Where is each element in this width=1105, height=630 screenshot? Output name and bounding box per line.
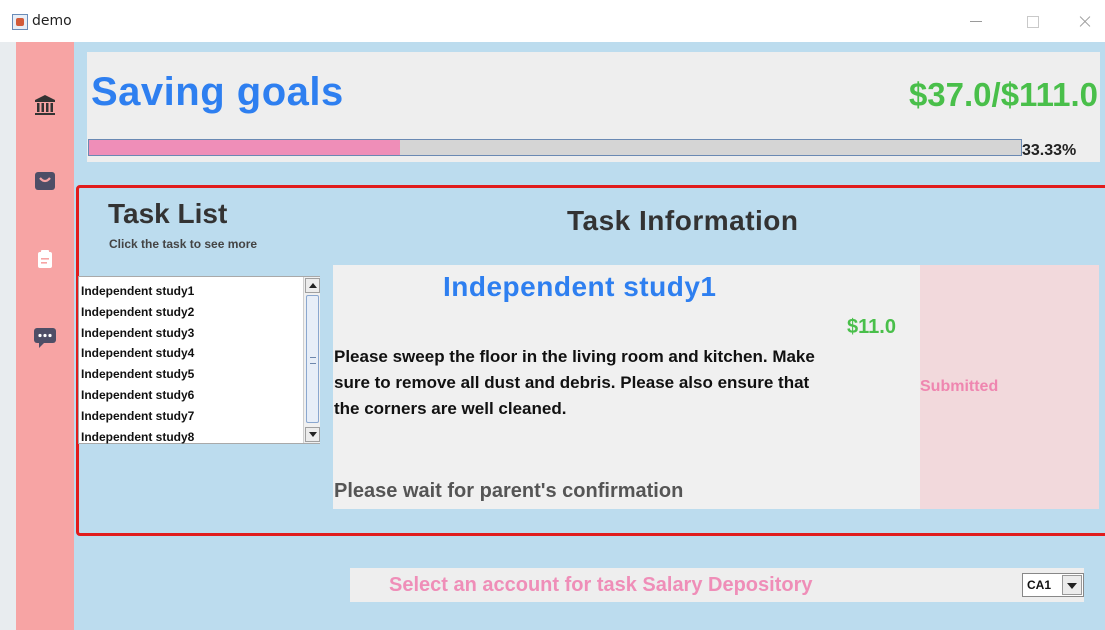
savings-progress-fill bbox=[89, 140, 400, 155]
savings-progress-bar bbox=[88, 139, 1022, 156]
task-reward: $11.0 bbox=[847, 316, 896, 338]
deposit-label: Select an account for task Salary Deposi… bbox=[389, 574, 813, 596]
task-wait-message: Please wait for parent's confirmation bbox=[334, 480, 684, 502]
task-info-title: Task Information bbox=[567, 205, 799, 236]
scroll-down-icon[interactable] bbox=[305, 427, 320, 442]
window-title: demo bbox=[32, 13, 72, 29]
task-list-item[interactable]: Independent study3 bbox=[79, 323, 303, 344]
minimize-icon[interactable] bbox=[962, 10, 992, 32]
task-list-item[interactable]: Independent study7 bbox=[79, 406, 303, 427]
task-list-item[interactable]: Independent study2 bbox=[79, 302, 303, 323]
task-list-item[interactable]: Independent study1 bbox=[79, 281, 303, 302]
scrollbar-thumb[interactable] bbox=[306, 295, 319, 423]
window-title-bar: demo bbox=[0, 0, 1105, 42]
sidebar-item-bank[interactable] bbox=[16, 85, 74, 125]
clipboard-icon bbox=[38, 250, 52, 268]
task-list-title: Task List bbox=[108, 198, 228, 229]
task-list-item[interactable]: Independent study4 bbox=[79, 343, 303, 364]
bank-icon bbox=[35, 95, 55, 115]
sidebar-item-tasks[interactable] bbox=[16, 239, 74, 279]
sidebar-item-messages[interactable] bbox=[16, 318, 74, 358]
shopping-bag-icon bbox=[35, 172, 55, 190]
task-list-item[interactable]: Independent study8 bbox=[79, 427, 303, 448]
task-list-item[interactable]: Independent study6 bbox=[79, 385, 303, 406]
account-select[interactable]: CA1 bbox=[1022, 573, 1084, 597]
account-select-value: CA1 bbox=[1027, 578, 1052, 592]
savings-goal-title: Saving goals bbox=[91, 70, 344, 114]
savings-progress-percent: 33.33% bbox=[1022, 142, 1077, 159]
chevron-down-icon[interactable] bbox=[1062, 575, 1082, 595]
task-list-subtitle: Click the task to see more bbox=[109, 237, 258, 251]
task-status-label: Submitted bbox=[920, 378, 999, 395]
java-app-icon bbox=[12, 14, 28, 30]
task-list[interactable]: Independent study1 Independent study2 In… bbox=[78, 276, 320, 444]
window-left-edge bbox=[0, 42, 16, 630]
task-list-items: Independent study1 Independent study2 In… bbox=[79, 281, 303, 447]
close-icon[interactable] bbox=[1070, 10, 1100, 32]
scroll-up-icon[interactable] bbox=[305, 278, 320, 293]
chat-icon bbox=[34, 328, 56, 348]
sidebar-item-shop[interactable] bbox=[16, 161, 74, 201]
maximize-icon[interactable] bbox=[1018, 10, 1048, 32]
savings-goal-amount: $37.0/$111.0 bbox=[908, 76, 1098, 113]
task-list-scrollbar[interactable] bbox=[303, 277, 320, 443]
task-list-item[interactable]: Independent study5 bbox=[79, 364, 303, 385]
task-description: Please sweep the floor in the living roo… bbox=[334, 347, 815, 418]
task-name: Independent study1 bbox=[443, 271, 717, 302]
